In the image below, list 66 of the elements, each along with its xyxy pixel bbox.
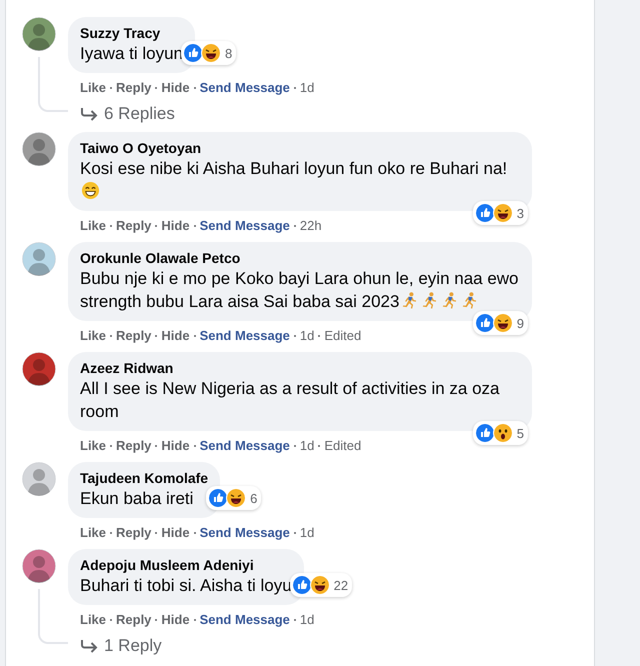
timestamp[interactable]: 1d bbox=[300, 80, 314, 96]
reaction-count: 9 bbox=[516, 316, 524, 330]
action-link[interactable]: Like bbox=[80, 218, 106, 234]
send-message-link[interactable]: Send Message bbox=[200, 525, 290, 541]
thread-line bbox=[38, 589, 68, 644]
reaction-count: 3 bbox=[516, 206, 524, 220]
comment-text: Iyawa ti loyun bbox=[80, 43, 183, 65]
action-link[interactable]: Hide bbox=[161, 438, 190, 454]
avatar[interactable] bbox=[22, 352, 56, 386]
reaction-count: 8 bbox=[225, 46, 232, 60]
action-link[interactable]: Like bbox=[80, 612, 106, 628]
avatar[interactable] bbox=[22, 132, 56, 166]
comment-text: All I see is New Nigeria as a result of activities in za oza room bbox=[80, 378, 501, 423]
action-link[interactable]: Hide bbox=[161, 525, 190, 541]
action-link[interactable]: Reply bbox=[116, 328, 152, 344]
action-link[interactable]: Reply bbox=[116, 612, 152, 628]
action-link[interactable]: Hide bbox=[161, 218, 190, 234]
edited-label: Edited bbox=[324, 438, 362, 454]
author-name[interactable]: Tajudeen Komolafe bbox=[80, 469, 208, 487]
reply-arrow-icon bbox=[80, 107, 98, 121]
reactions-badge[interactable]: 9 bbox=[472, 311, 528, 335]
reaction-count: 22 bbox=[334, 578, 348, 592]
reaction-count: 5 bbox=[516, 426, 524, 440]
send-message-link[interactable]: Send Message bbox=[200, 218, 290, 234]
reply-arrow-icon bbox=[80, 639, 98, 653]
action-link[interactable]: Like bbox=[80, 328, 106, 344]
action-link[interactable]: Hide bbox=[161, 80, 190, 96]
action-link[interactable]: Hide bbox=[161, 328, 190, 344]
reactions-badge[interactable]: 3 bbox=[472, 201, 528, 225]
send-message-link[interactable]: Send Message bbox=[200, 80, 290, 96]
reactions-badge[interactable]: 6 bbox=[206, 486, 262, 510]
action-link[interactable]: Reply bbox=[116, 525, 152, 541]
timestamp[interactable]: 1d bbox=[300, 438, 314, 454]
avatar[interactable] bbox=[22, 17, 56, 51]
author-name[interactable]: Azeez Ridwan bbox=[80, 359, 520, 377]
comment-text: Kosi ese nibe ki Aisha Buhari loyun fun oko re Buhari na! bbox=[80, 157, 520, 203]
author-name[interactable]: Suzzy Tracy bbox=[80, 24, 183, 42]
reactions-badge[interactable]: 22 bbox=[290, 573, 352, 597]
send-message-link[interactable]: Send Message bbox=[200, 328, 290, 344]
avatar[interactable] bbox=[22, 549, 56, 583]
view-replies-link[interactable]: 6 Replies bbox=[80, 104, 175, 124]
action-link[interactable]: Reply bbox=[116, 80, 152, 96]
author-name[interactable]: Taiwo O Oyetoyan bbox=[80, 139, 520, 157]
action-link[interactable]: Like bbox=[80, 525, 106, 541]
reactions-badge[interactable]: 5 bbox=[472, 421, 528, 445]
edited-label: Edited bbox=[324, 328, 362, 344]
timestamp[interactable]: 1d bbox=[300, 612, 314, 628]
comment-text: Buhari ti tobi si. Aisha ti loyu bbox=[80, 575, 292, 597]
reactions-badge[interactable]: 8 bbox=[181, 41, 236, 65]
action-link[interactable]: Hide bbox=[161, 612, 190, 628]
action-link[interactable]: Like bbox=[80, 80, 106, 96]
thread-line bbox=[38, 57, 68, 112]
timestamp[interactable]: 1d bbox=[300, 525, 314, 541]
timestamp[interactable]: 22h bbox=[300, 218, 322, 234]
comment-text: Bubu nje ki e mo pe Koko bayi Lara ohun le, eyin naa ewo strength bubu Lara aisa Sai baba sai 2023 bbox=[80, 268, 520, 313]
view-replies-link[interactable]: 1 Reply bbox=[80, 636, 162, 656]
action-link[interactable]: Like bbox=[80, 438, 106, 454]
timestamp[interactable]: 1d bbox=[300, 328, 314, 344]
author-name[interactable]: Adepoju Musleem Adeniyi bbox=[80, 556, 292, 574]
send-message-link[interactable]: Send Message bbox=[200, 438, 290, 454]
action-link[interactable]: Reply bbox=[116, 218, 152, 234]
comment-text: Ekun baba ireti bbox=[80, 488, 194, 510]
author-name[interactable]: Orokunle Olawale Petco bbox=[80, 249, 520, 267]
reaction-count: 6 bbox=[250, 490, 258, 506]
send-message-link[interactable]: Send Message bbox=[200, 612, 290, 628]
action-link[interactable]: Reply bbox=[116, 438, 152, 454]
